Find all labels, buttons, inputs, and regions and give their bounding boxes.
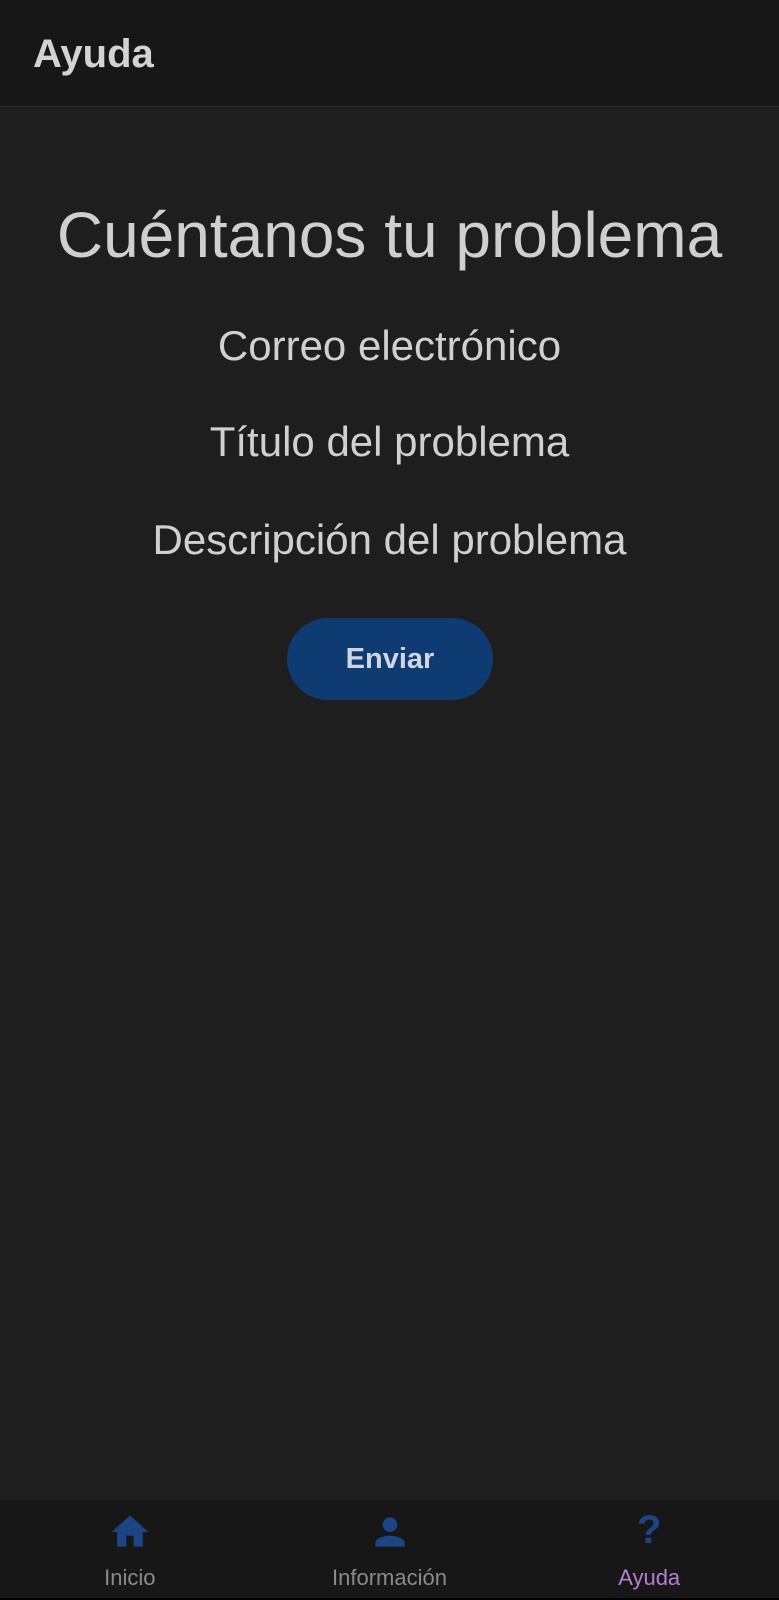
nav-item-inicio[interactable]: Inicio: [0, 1500, 260, 1600]
home-icon: [111, 1515, 149, 1547]
problem-description-field[interactable]: Descripción del problema: [0, 514, 779, 566]
nav-label-informacion: Información: [332, 1565, 447, 1590]
email-field[interactable]: Correo electrónico: [0, 320, 779, 372]
nav-item-ayuda[interactable]: ? Ayuda: [519, 1500, 779, 1600]
form-heading: Cuéntanos tu problema: [56, 199, 723, 271]
app-bar: Ayuda: [0, 0, 779, 107]
nav-label-ayuda: Ayuda: [618, 1565, 681, 1590]
problem-title-field[interactable]: Título del problema: [0, 416, 779, 468]
send-button[interactable]: Enviar: [287, 618, 493, 700]
app-bar-title: Ayuda: [33, 32, 154, 76]
nav-label-inicio: Inicio: [104, 1565, 156, 1590]
bottom-navigation: Inicio Información ? Ayuda: [0, 1500, 779, 1600]
person-icon: [374, 1517, 405, 1547]
help-icon: ?: [636, 1508, 662, 1552]
nav-item-informacion[interactable]: Información: [260, 1500, 520, 1600]
help-screen: Ayuda Cuéntanos tu problema Correo elect…: [0, 0, 779, 1600]
